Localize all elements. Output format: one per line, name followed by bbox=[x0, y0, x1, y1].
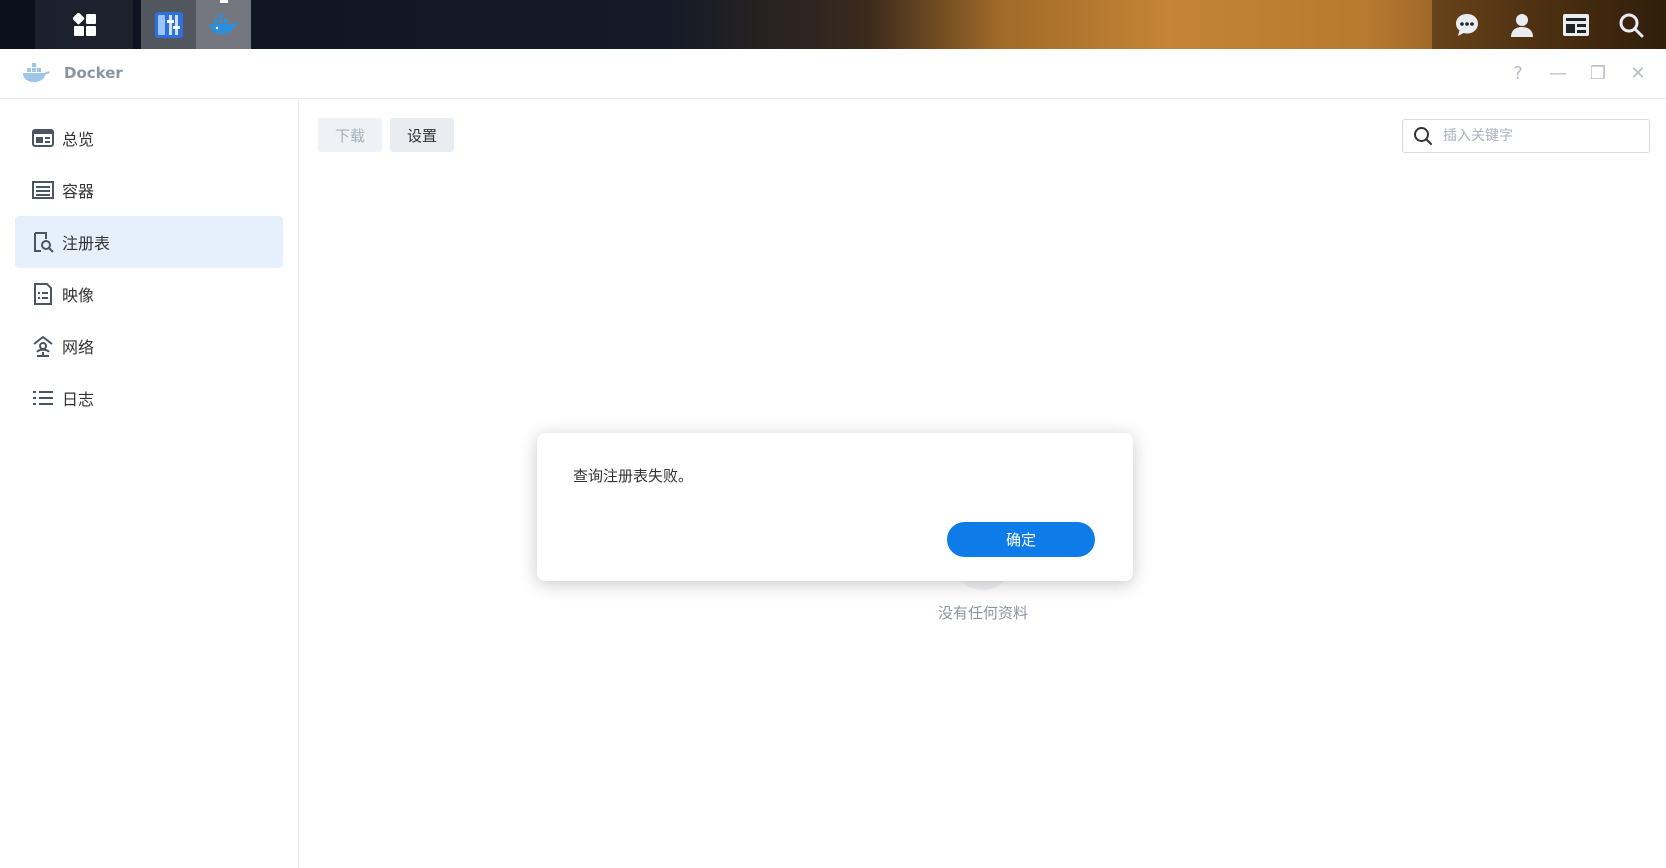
widgets-icon[interactable] bbox=[1561, 10, 1591, 40]
active-indicator bbox=[220, 0, 228, 3]
settings-button[interactable]: 设置 bbox=[390, 118, 455, 152]
overview-icon bbox=[32, 127, 54, 149]
sidebar-item-network[interactable]: 网络 bbox=[15, 320, 283, 372]
notification-chat-icon[interactable] bbox=[1452, 10, 1482, 40]
sidebar-item-registry[interactable]: 注册表 bbox=[15, 216, 283, 268]
container-icon bbox=[32, 179, 54, 201]
sidebar-item-label: 日志 bbox=[62, 390, 95, 409]
restore-icon[interactable]: ❐ bbox=[1588, 61, 1608, 85]
window-title: Docker bbox=[64, 64, 123, 82]
docker-whale-icon bbox=[209, 13, 239, 34]
taskbar-app-control-panel[interactable] bbox=[141, 0, 196, 49]
registry-icon bbox=[32, 231, 54, 253]
taskbar bbox=[0, 0, 1666, 49]
sidebar-item-container[interactable]: 容器 bbox=[15, 164, 283, 216]
main-menu-button[interactable] bbox=[36, 0, 133, 49]
error-dialog: 查询注册表失败。 确定 bbox=[537, 433, 1133, 581]
help-icon[interactable]: ? bbox=[1508, 61, 1528, 85]
docker-logo-icon bbox=[23, 63, 50, 83]
sidebar-item-image[interactable]: 映像 bbox=[15, 268, 283, 320]
search-icon bbox=[1414, 127, 1432, 145]
network-icon bbox=[32, 335, 54, 357]
sidebar: 总览 容器 注册表 映像 网络 日志 bbox=[0, 100, 299, 868]
taskbar-tray bbox=[1432, 0, 1666, 49]
grid-menu-icon bbox=[72, 12, 96, 36]
taskbar-edge bbox=[0, 0, 36, 49]
search-field[interactable] bbox=[1402, 119, 1650, 153]
sidebar-item-overview[interactable]: 总览 bbox=[15, 112, 283, 164]
sidebar-item-label: 映像 bbox=[62, 286, 95, 305]
empty-state-text: 没有任何资料 bbox=[937, 604, 1028, 622]
minimize-icon[interactable]: — bbox=[1548, 61, 1568, 85]
sidebar-item-label: 网络 bbox=[62, 338, 95, 357]
taskbar-app-docker[interactable] bbox=[196, 0, 251, 49]
sidebar-item-log[interactable]: 日志 bbox=[15, 372, 283, 424]
user-icon[interactable] bbox=[1507, 10, 1537, 40]
window-controls: ? — ❐ ✕ bbox=[1508, 61, 1648, 85]
dialog-message: 查询注册表失败。 bbox=[573, 467, 694, 485]
download-button[interactable]: 下载 bbox=[318, 118, 383, 152]
close-icon[interactable]: ✕ bbox=[1628, 61, 1648, 85]
image-icon bbox=[32, 283, 54, 305]
control-panel-icon bbox=[154, 11, 183, 38]
window-titlebar[interactable]: Docker ? — ❐ ✕ bbox=[0, 49, 1666, 99]
search-icon[interactable] bbox=[1616, 10, 1646, 40]
docker-window: Docker ? — ❐ ✕ 总览 容器 注册表 映像 网络 日志 下载 设置 … bbox=[0, 49, 1666, 868]
toolbar: 下载 设置 bbox=[318, 118, 455, 152]
sidebar-item-label: 注册表 bbox=[62, 234, 111, 253]
ok-button[interactable]: 确定 bbox=[947, 522, 1095, 557]
sidebar-item-label: 总览 bbox=[62, 130, 95, 149]
sidebar-item-label: 容器 bbox=[62, 182, 95, 201]
search-input[interactable] bbox=[1443, 128, 1623, 144]
log-icon bbox=[32, 387, 54, 409]
